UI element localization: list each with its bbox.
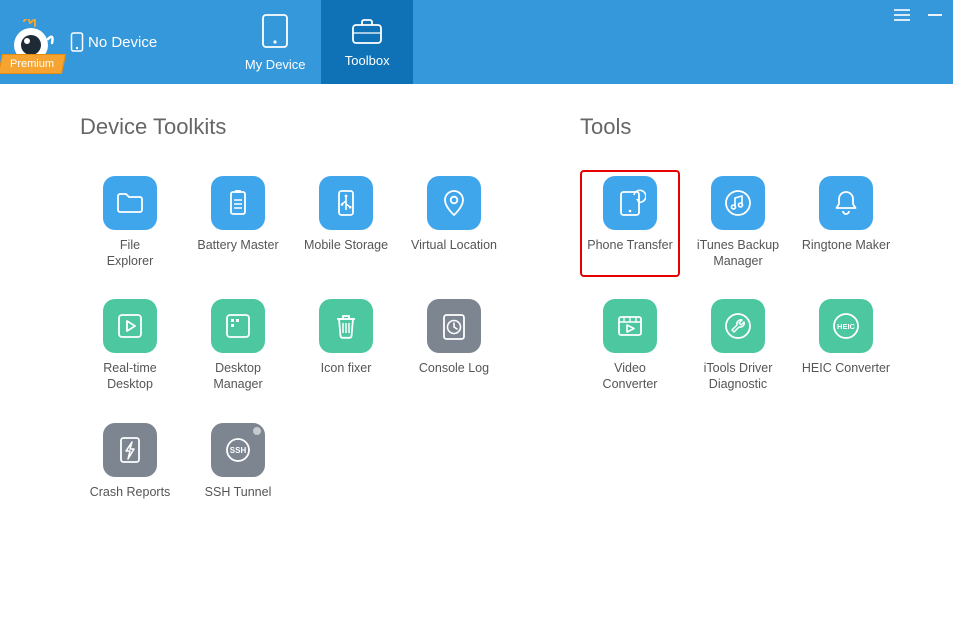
section-title: Device Toolkits	[80, 114, 510, 140]
tool-label: Battery Master	[197, 238, 278, 254]
tool-icon-fixer[interactable]: Icon fixer	[296, 293, 396, 400]
music-icon	[711, 176, 765, 230]
svg-text:SSH: SSH	[230, 446, 247, 455]
heic-icon: HEIC	[819, 299, 873, 353]
tool-label: Console Log	[419, 361, 489, 377]
film-icon	[603, 299, 657, 353]
tool-label: Video Converter	[603, 361, 658, 392]
bolt-icon	[103, 423, 157, 477]
tablet-icon	[260, 13, 290, 49]
tool-label: Real-time Desktop	[103, 361, 157, 392]
tool-itunes-backup-manager[interactable]: iTunes Backup Manager	[688, 170, 788, 277]
tool-label: iTunes Backup Manager	[697, 238, 779, 269]
content-area: Device Toolkits File Explorer Battery Mas…	[0, 84, 953, 528]
device-toolkits-section: Device Toolkits File Explorer Battery Mas…	[80, 114, 510, 508]
app-logo: Premium	[0, 0, 62, 84]
battery-icon	[211, 176, 265, 230]
title-bar: Premium No Device My Device Toolbox	[0, 0, 953, 84]
tool-label: Icon fixer	[321, 361, 372, 377]
tool-phone-transfer[interactable]: Phone Transfer	[580, 170, 680, 277]
transfer-icon	[603, 176, 657, 230]
tool-label: SSH Tunnel	[205, 485, 272, 501]
phone-icon	[70, 32, 84, 52]
tools-section: Tools Phone Transfer iTunes Backup Manage…	[580, 114, 910, 508]
wrench-icon	[711, 299, 765, 353]
folder-icon	[103, 176, 157, 230]
tool-label: Ringtone Maker	[802, 238, 890, 254]
trash-icon	[319, 299, 373, 353]
tool-label: iTools Driver Diagnostic	[704, 361, 773, 392]
tool-label: Phone Transfer	[587, 238, 672, 254]
play-icon	[103, 299, 157, 353]
minimize-icon[interactable]	[927, 6, 943, 27]
tool-realtime-desktop[interactable]: Real-time Desktop	[80, 293, 180, 400]
tool-label: Crash Reports	[90, 485, 171, 501]
tool-desktop-manager[interactable]: Desktop Manager	[188, 293, 288, 400]
tool-virtual-location[interactable]: Virtual Location	[404, 170, 504, 277]
tab-my-device[interactable]: My Device	[229, 0, 321, 84]
tool-label: File Explorer	[107, 238, 154, 269]
tool-video-converter[interactable]: Video Converter	[580, 293, 680, 400]
tool-crash-reports[interactable]: Crash Reports	[80, 417, 180, 509]
menu-icon[interactable]	[893, 6, 911, 27]
tool-battery-master[interactable]: Battery Master	[188, 170, 288, 277]
grid-icon	[211, 299, 265, 353]
tool-itools-driver-diagnostic[interactable]: iTools Driver Diagnostic	[688, 293, 788, 400]
tool-heic-converter[interactable]: HEIC HEIC Converter	[796, 293, 896, 400]
usb-icon	[319, 176, 373, 230]
toolbox-icon	[350, 17, 384, 45]
tool-label: HEIC Converter	[802, 361, 890, 377]
status-dot	[253, 427, 261, 435]
header-tabs: My Device Toolbox	[229, 0, 413, 84]
tool-ssh-tunnel[interactable]: SSH SSH Tunnel	[188, 417, 288, 509]
tool-label: Mobile Storage	[304, 238, 388, 254]
location-icon	[427, 176, 481, 230]
svg-text:HEIC: HEIC	[837, 322, 856, 331]
window-controls	[893, 6, 943, 27]
bell-icon	[819, 176, 873, 230]
tool-label: Desktop Manager	[213, 361, 262, 392]
tool-label: Virtual Location	[411, 238, 497, 254]
section-title: Tools	[580, 114, 910, 140]
tool-mobile-storage[interactable]: Mobile Storage	[296, 170, 396, 277]
ssh-icon: SSH	[211, 423, 265, 477]
device-status: No Device	[70, 32, 157, 52]
tool-console-log[interactable]: Console Log	[404, 293, 504, 400]
clock-icon	[427, 299, 481, 353]
tab-toolbox[interactable]: Toolbox	[321, 0, 413, 84]
premium-badge: Premium	[0, 54, 66, 74]
tool-ringtone-maker[interactable]: Ringtone Maker	[796, 170, 896, 277]
tool-file-explorer[interactable]: File Explorer	[80, 170, 180, 277]
